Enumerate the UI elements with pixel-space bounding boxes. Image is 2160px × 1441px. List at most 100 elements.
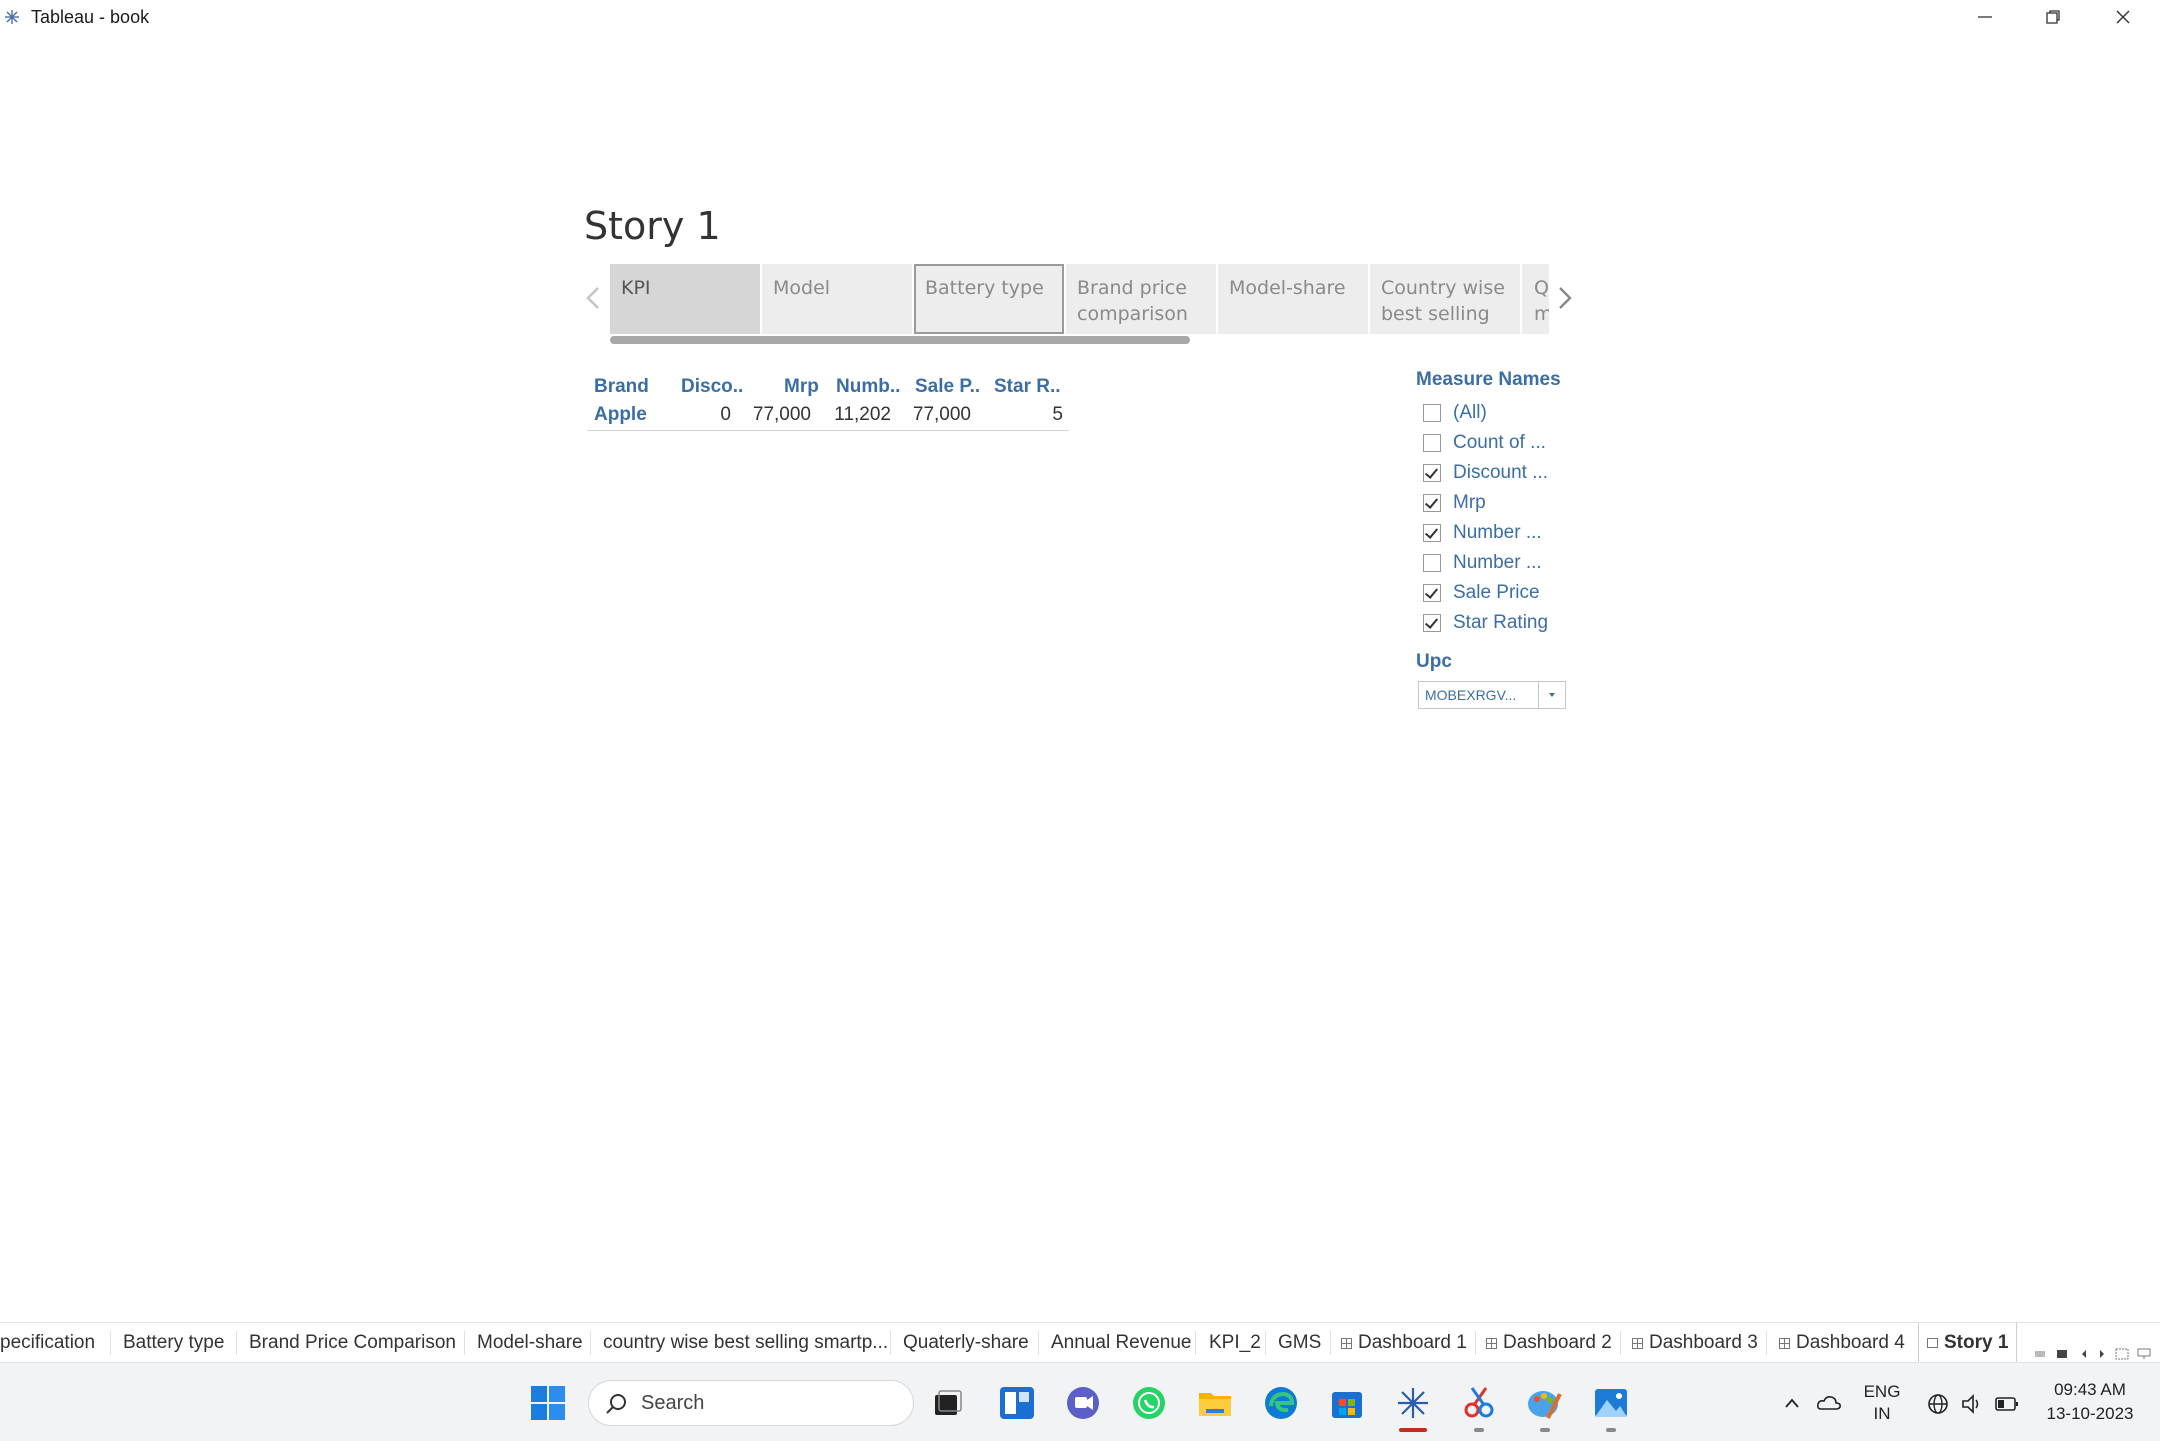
story-point-country-wise[interactable]: Country wise best selling <box>1370 264 1520 334</box>
presentation-mode-icon[interactable] <box>2136 1346 2152 1362</box>
tableau-icon[interactable] <box>1394 1384 1432 1422</box>
story-prev-arrow-icon[interactable] <box>583 284 603 312</box>
sheet-tab-label: country wise best selling smartp... <box>603 1332 889 1353</box>
chevron-up-icon[interactable] <box>1782 1393 1802 1413</box>
header-mrp[interactable]: Mrp <box>784 376 819 398</box>
checkbox-checked[interactable] <box>1423 524 1441 542</box>
filter-item-count-of[interactable]: Count of ... <box>1423 429 1546 457</box>
onedrive-icon[interactable] <box>1816 1391 1842 1415</box>
sheet-tab-dashboard-4[interactable]: Dashboard 4 <box>1779 1323 1905 1363</box>
scroll-tabs-left-icon[interactable] <box>2076 1346 2092 1362</box>
fit-view-icon[interactable] <box>2114 1346 2130 1362</box>
language-indicator-bottom[interactable]: IN <box>1862 1404 1902 1424</box>
filter-item-discount[interactable]: Discount ... <box>1423 459 1548 487</box>
sheet-tab-dashboard-1[interactable]: Dashboard 1 <box>1341 1323 1467 1363</box>
checkbox-checked[interactable] <box>1423 494 1441 512</box>
scroll-tabs-right-icon[interactable] <box>2094 1346 2110 1362</box>
tab-divider <box>236 1331 237 1355</box>
cell-discount: 0 <box>720 404 731 425</box>
sheet-tab-battery-type[interactable]: Battery type <box>123 1323 224 1363</box>
sheet-tab-quaterly-share[interactable]: Quaterly-share <box>903 1323 1029 1363</box>
kpi-table-header: Brand Disco.. Mrp Numb.. Sale P.. Star R… <box>587 374 1069 402</box>
story-scrollbar[interactable] <box>610 336 1190 344</box>
filter-item-star-rating[interactable]: Star Rating <box>1423 609 1548 637</box>
tab-divider <box>890 1331 891 1355</box>
checkbox-checked[interactable] <box>1423 464 1441 482</box>
running-app-indicator <box>1540 1428 1550 1432</box>
story-point-brand-price-comparison[interactable]: Brand price comparison <box>1066 264 1216 334</box>
sheet-tab-kpi-2[interactable]: KPI_2 <box>1209 1323 1261 1363</box>
filter-item-sale-price[interactable]: Sale Price <box>1423 579 1540 607</box>
task-view-icon[interactable] <box>929 1384 967 1422</box>
tab-divider <box>1265 1331 1266 1355</box>
snipping-tool-icon[interactable] <box>1460 1384 1498 1422</box>
edge-icon[interactable] <box>1262 1384 1300 1422</box>
minimize-icon <box>1978 16 1992 18</box>
story-title: Story 1 <box>584 204 721 248</box>
store-icon[interactable] <box>1328 1384 1366 1422</box>
header-sale-price[interactable]: Sale P.. <box>915 376 980 398</box>
upc-selected-value: MOBEXRGV... <box>1425 687 1517 703</box>
tab-divider <box>590 1331 591 1355</box>
story-point-model-share[interactable]: Model-share <box>1218 264 1368 334</box>
story-point-battery-type[interactable]: Battery type <box>914 264 1064 334</box>
file-explorer-icon[interactable] <box>1196 1384 1234 1422</box>
story-next-arrow-icon[interactable] <box>1555 284 1575 312</box>
checkbox-checked[interactable] <box>1423 614 1441 632</box>
sheet-tab-dashboard-3[interactable]: Dashboard 3 <box>1632 1323 1758 1363</box>
filter-item-number-1[interactable]: Number ... <box>1423 519 1542 547</box>
minimize-button[interactable] <box>1950 0 2020 34</box>
header-discount[interactable]: Disco.. <box>681 376 743 398</box>
cell-sale-price: 77,000 <box>912 404 971 425</box>
filter-item-label: Star Rating <box>1453 612 1549 633</box>
taskbar-search-box[interactable]: Search <box>588 1380 914 1426</box>
story-point-model[interactable]: Model <box>762 264 912 334</box>
network-globe-icon[interactable] <box>1926 1392 1950 1416</box>
checkbox[interactable] <box>1423 404 1441 422</box>
show-tabs-icon[interactable] <box>2054 1346 2070 1362</box>
checkbox-checked[interactable] <box>1423 584 1441 602</box>
story-point-quarterly[interactable]: Qu m <box>1522 264 1549 334</box>
header-brand[interactable]: Brand <box>594 376 649 398</box>
sheet-tab-label: Quaterly-share <box>903 1332 1029 1353</box>
windows-start-icon[interactable] <box>529 1384 567 1422</box>
title-bar: Tableau - book <box>0 0 2160 34</box>
clock-date[interactable]: 13-10-2023 <box>2034 1404 2146 1424</box>
filter-item-mrp[interactable]: Mrp <box>1423 489 1486 517</box>
sheet-tab-annual-revenue[interactable]: Annual Revenue <box>1051 1323 1192 1363</box>
filter-item-number-2[interactable]: Number ... <box>1423 549 1542 577</box>
checkbox[interactable] <box>1423 554 1441 572</box>
upc-dropdown[interactable]: MOBEXRGV... <box>1418 681 1566 709</box>
filter-item-all[interactable]: (All) <box>1423 399 1487 427</box>
sheet-tab-story-1[interactable]: Story 1 <box>1918 1323 2018 1363</box>
paint-icon[interactable] <box>1526 1384 1564 1422</box>
sheet-tab-dashboard-2[interactable]: Dashboard 2 <box>1486 1323 1612 1363</box>
story-point-kpi[interactable]: KPI <box>610 264 760 334</box>
whatsapp-icon[interactable] <box>1130 1384 1168 1422</box>
sheet-tab-country-wise[interactable]: country wise best selling smartp... <box>603 1323 888 1363</box>
dropdown-arrow-icon[interactable] <box>1538 682 1565 708</box>
sheet-tab-specification[interactable]: pecification <box>0 1323 95 1363</box>
sheet-tab-brand-price-comparison[interactable]: Brand Price Comparison <box>249 1323 456 1363</box>
teams-chat-icon[interactable] <box>1064 1384 1102 1422</box>
clock-time[interactable]: 09:43 AM <box>2034 1380 2146 1400</box>
photos-icon[interactable] <box>1592 1384 1630 1422</box>
story-point-label: Country wise best selling <box>1381 277 1505 325</box>
checkbox[interactable] <box>1423 434 1441 452</box>
table-row[interactable]: Apple 0 77,000 11,202 77,000 5 <box>587 402 1069 431</box>
show-filmstrip-icon[interactable] <box>2032 1346 2048 1362</box>
volume-icon[interactable] <box>1960 1392 1984 1416</box>
header-number[interactable]: Numb.. <box>836 376 900 398</box>
language-indicator-top[interactable]: ENG <box>1862 1382 1902 1402</box>
cell-star-rating: 5 <box>1052 404 1063 425</box>
sheet-tab-model-share[interactable]: Model-share <box>477 1323 583 1363</box>
filter-item-label: (All) <box>1453 402 1487 423</box>
header-star-rating[interactable]: Star R.. <box>994 376 1061 398</box>
battery-icon[interactable] <box>1994 1394 2020 1414</box>
sheet-tab-gms[interactable]: GMS <box>1278 1323 1321 1363</box>
close-button[interactable] <box>2088 0 2158 34</box>
filter-item-label: Number ... <box>1453 552 1542 573</box>
restore-button[interactable] <box>2018 0 2088 34</box>
tab-divider <box>1038 1331 1039 1355</box>
widgets-icon[interactable] <box>998 1384 1036 1422</box>
